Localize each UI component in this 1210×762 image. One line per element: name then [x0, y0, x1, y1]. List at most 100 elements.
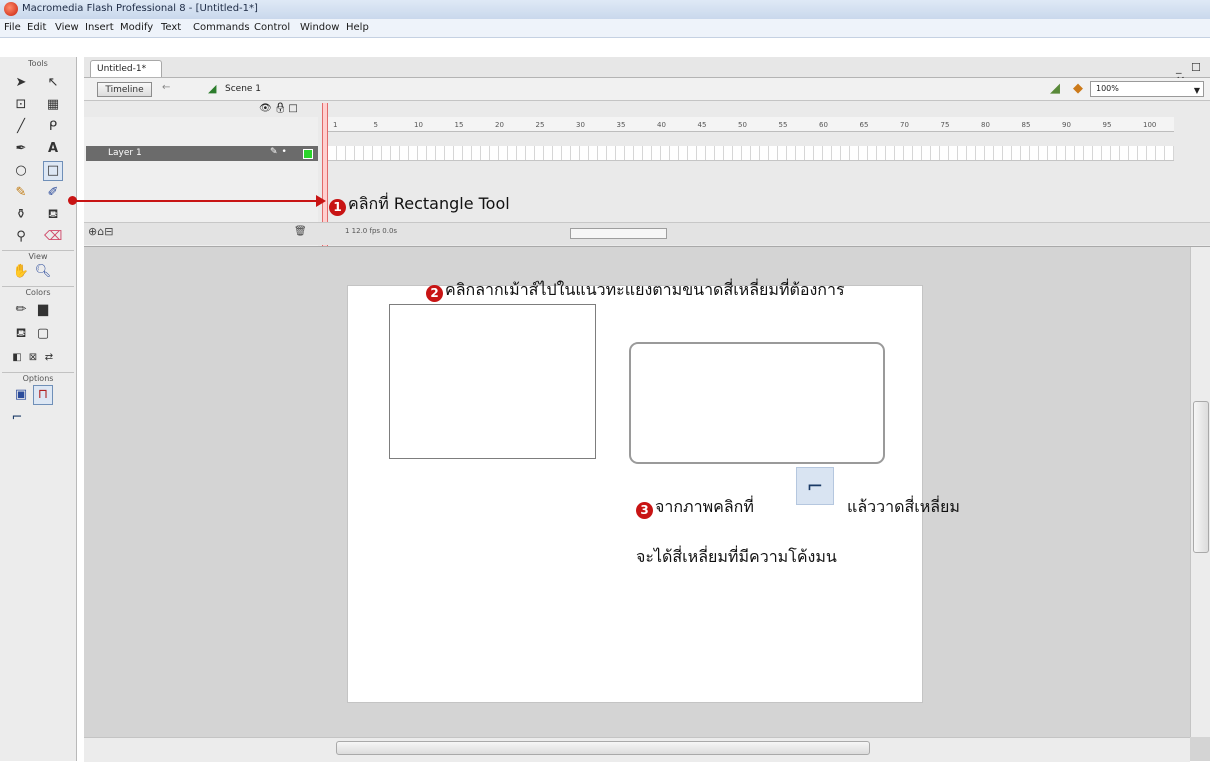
- zoom-tool-icon[interactable]: 🔍︎: [34, 263, 52, 281]
- brush-tool-icon[interactable]: ✐: [44, 184, 62, 202]
- free-transform-tool-icon[interactable]: ⊡: [12, 96, 30, 114]
- ruler-tick: 100: [1143, 121, 1157, 129]
- annotation-step-3: 3 จากภาพคลิกที่: [636, 495, 754, 520]
- delete-layer-icon[interactable]: 🗑︎: [294, 226, 307, 237]
- eraser-tool-icon[interactable]: ⌫: [44, 228, 62, 246]
- options-header: Options: [22, 374, 54, 383]
- lasso-tool-icon[interactable]: ᑭ: [44, 118, 62, 136]
- drawn-rectangle[interactable]: [389, 304, 596, 459]
- ruler-tick: 80: [981, 121, 990, 129]
- snap-to-objects-icon[interactable]: ⊓: [33, 385, 53, 405]
- ruler-tick: 95: [1102, 121, 1112, 129]
- stroke-color-icon[interactable]: ✏: [12, 301, 30, 319]
- fill-swatch[interactable]: ▢: [34, 325, 52, 343]
- menu-bar: File Edit View Insert Modify Text Comman…: [0, 19, 1210, 38]
- horizontal-scroll-thumb[interactable]: [336, 741, 870, 755]
- menu-view[interactable]: View: [55, 22, 79, 33]
- tools-header: Tools: [28, 59, 48, 68]
- object-drawing-icon[interactable]: ▣: [12, 386, 30, 404]
- ruler-tick: 75: [940, 121, 950, 129]
- rectangle-tool-icon[interactable]: □: [43, 161, 63, 181]
- ruler-tick: 90: [1062, 121, 1071, 129]
- ruler-tick: 5: [373, 121, 378, 129]
- ruler-tick: 10: [414, 121, 423, 129]
- timeline-toggle-button[interactable]: Timeline: [97, 82, 152, 97]
- window-title: Macromedia Flash Professional 8 - [Untit…: [22, 3, 258, 14]
- drawn-rounded-rectangle[interactable]: [629, 342, 885, 464]
- zoom-select[interactable]: 100% ▼: [1090, 81, 1204, 97]
- menu-file[interactable]: File: [4, 22, 21, 33]
- view-divider: [2, 286, 74, 287]
- ruler-tick: 25: [535, 121, 545, 129]
- colors-header: Colors: [25, 288, 51, 297]
- vertical-scroll-thumb[interactable]: [1193, 401, 1209, 553]
- timeline-scrollbar[interactable]: [570, 228, 667, 239]
- ruler-tick: 30: [576, 121, 585, 129]
- annotation-step-2: 2 คลิกลากเม้าส์ไปในแนวทะแยงตามขนาดสี่เหลี…: [426, 278, 845, 303]
- zoom-value: 100%: [1096, 84, 1119, 93]
- document-tab-strip: [84, 57, 1210, 78]
- pencil-tool-icon[interactable]: ✎: [12, 184, 30, 202]
- tools-panel: Tools ➤ ↖ ⊡ ▦ ╱ ᑭ ✒ A ○ □ ✎ ✐ ⚱ ⛾ ⚲ ⌫ Vi…: [0, 57, 77, 761]
- text-tool-icon[interactable]: A: [44, 140, 62, 158]
- ruler-tick: 55: [778, 121, 788, 129]
- menu-commands[interactable]: Commands: [193, 22, 250, 33]
- layer-outline-color[interactable]: [303, 149, 313, 159]
- gradient-transform-tool-icon[interactable]: ▦: [44, 96, 62, 114]
- view-header: View: [28, 252, 48, 261]
- stroke-swatch[interactable]: ▆: [34, 301, 52, 319]
- hand-tool-icon[interactable]: ✋: [12, 263, 30, 281]
- edit-symbols-icon[interactable]: ◆: [1073, 81, 1083, 96]
- step-3-number: 3: [636, 502, 653, 519]
- menu-help[interactable]: Help: [346, 22, 369, 33]
- ruler-tick: 45: [697, 121, 707, 129]
- paint-bucket-tool-icon[interactable]: ⛾: [44, 206, 62, 224]
- ruler-tick: 15: [454, 121, 464, 129]
- edit-scene-icon[interactable]: ◢: [1050, 81, 1060, 96]
- line-tool-icon[interactable]: ╱: [12, 118, 30, 136]
- menu-insert[interactable]: Insert: [85, 22, 114, 33]
- ink-bottle-tool-icon[interactable]: ⚱: [12, 206, 30, 224]
- ruler-tick: 60: [819, 121, 828, 129]
- arrow-head: [316, 195, 326, 207]
- flash-app-icon[interactable]: [4, 2, 18, 16]
- add-layer-icons[interactable]: ⊕⌂⊟: [88, 225, 113, 238]
- layer-name[interactable]: Layer 1: [108, 146, 142, 161]
- eyedropper-tool-icon[interactable]: ⚲: [12, 228, 30, 246]
- menu-text[interactable]: Text: [161, 22, 181, 33]
- pen-tool-icon[interactable]: ✒: [12, 140, 30, 158]
- ruler-tick: 1: [333, 121, 338, 129]
- menu-control[interactable]: Control: [254, 22, 290, 33]
- layer-header-icons[interactable]: 👁︎🔒︎□: [259, 103, 300, 114]
- ruler-tick: 35: [616, 121, 626, 129]
- document-tab[interactable]: Untitled-1*: [90, 60, 162, 77]
- ruler-tick: 70: [900, 121, 909, 129]
- arrow-line: [75, 200, 319, 202]
- frame-cells[interactable]: [328, 146, 1174, 161]
- ruler-tick: 65: [859, 121, 869, 129]
- oval-tool-icon[interactable]: ○: [12, 162, 30, 180]
- timeline-status: 1 12.0 fps 0.0s: [345, 227, 398, 235]
- layer-row-icons[interactable]: ✎•: [270, 147, 291, 157]
- fill-color-icon[interactable]: ⛾: [12, 325, 30, 343]
- menu-edit[interactable]: Edit: [27, 22, 46, 33]
- back-arrow-icon[interactable]: ←: [162, 82, 170, 93]
- selection-tool-icon[interactable]: ➤: [12, 74, 30, 92]
- chevron-down-icon: ▼: [1193, 86, 1200, 95]
- scene-icon: ◢: [208, 82, 217, 95]
- step-3-text-a: จากภาพคลิกที่: [655, 497, 754, 516]
- step-3-text-b: แล้ววาดสี่เหลี่ยม: [847, 497, 960, 516]
- round-rectangle-radius-icon[interactable]: ⌐: [8, 409, 26, 427]
- menu-window[interactable]: Window: [300, 22, 339, 33]
- colors-divider: [2, 372, 74, 373]
- step-1-text: คลิกที่ Rectangle Tool: [348, 194, 510, 213]
- menu-modify[interactable]: Modify: [120, 22, 153, 33]
- step-3-text-c: จะได้สี่เหลี่ยมที่มีความโค้งมน: [636, 547, 837, 566]
- scene-label[interactable]: Scene 1: [225, 84, 261, 94]
- round-rectangle-option-icon: ⌐: [796, 467, 834, 505]
- ruler-tick: 20: [495, 121, 504, 129]
- subselection-tool-icon[interactable]: ↖: [44, 74, 62, 92]
- swap-colors-icon[interactable]: ⇄: [40, 349, 58, 367]
- annotation-step-1: 1 คลิกที่ Rectangle Tool: [329, 192, 510, 217]
- tools-divider: [2, 250, 74, 251]
